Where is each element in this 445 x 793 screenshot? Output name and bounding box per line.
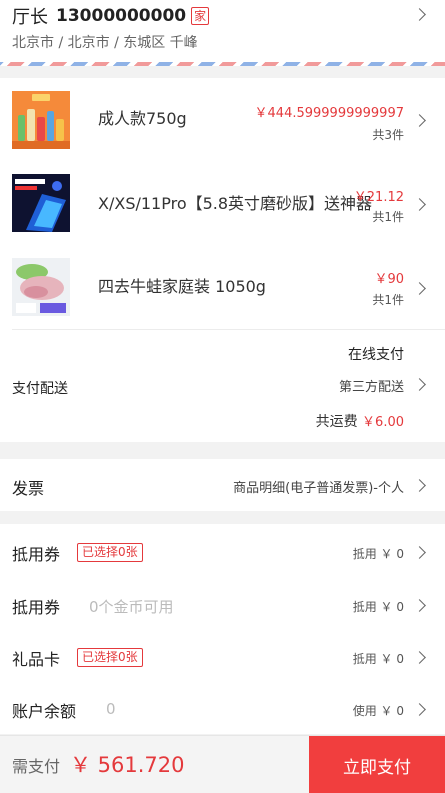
coupon-label: 抵用券: [12, 545, 61, 564]
coin-voucher-label: 抵用券: [12, 598, 61, 617]
chevron-right-icon: [413, 198, 426, 211]
goods-item[interactable]: X/XS/11Pro【5.8英寸磨砂版】送神器 ￥21.12 共1件: [0, 162, 445, 246]
envelope-stripe: [0, 62, 445, 66]
goods-count: 共1件: [372, 210, 404, 224]
shipping-fee: 共运费 ￥6.00: [316, 411, 404, 431]
address-contact: 厅长 13000000000 家: [12, 3, 210, 29]
coin-voucher-row[interactable]: 抵用券 0个金币可用 抵用 ￥ 0: [0, 579, 445, 631]
chevron-right-icon: [413, 703, 426, 716]
coupon-row[interactable]: 抵用券 已选择0张 抵用 ￥ 0: [0, 526, 445, 578]
goods-count: 共1件: [372, 293, 404, 307]
chevron-right-icon: [413, 651, 426, 664]
payment-method: 在线支付: [348, 347, 404, 363]
coupon-selected-tag: 已选择0张: [77, 543, 143, 562]
invoice-label: 发票: [12, 479, 45, 498]
discounts-section: 抵用券 已选择0张 抵用 ￥ 0 抵用券 0个金币可用 抵用 ￥ 0 礼品卡 已…: [0, 524, 445, 734]
chevron-right-icon: [413, 114, 426, 127]
address-card[interactable]: 厅长 13000000000 家 北京市 / 北京市 / 东城区 千峰: [0, 0, 445, 62]
bullfrog-meat-thumbnail: [12, 258, 70, 316]
goods-price: ￥90: [374, 272, 404, 287]
goods-item[interactable]: 成人款750g ￥444.5999999999997 共3件: [0, 78, 445, 162]
account-balance-row[interactable]: 账户余额 0 使用 ￥ 0: [0, 683, 445, 735]
address-tag: 家: [191, 7, 210, 25]
divider: [12, 329, 445, 330]
goods-item[interactable]: 四去牛蛙家庭装 1050g ￥90 共1件: [0, 246, 445, 330]
account-balance-value: 0: [106, 700, 116, 718]
goods-price: ￥21.12: [353, 190, 404, 205]
chevron-right-icon: [413, 378, 426, 391]
coupon-deduction: 抵用 ￥ 0: [352, 547, 404, 561]
goods-section: 成人款750g ￥444.5999999999997 共3件 X/XS/11Pr…: [0, 78, 445, 442]
invoice-row[interactable]: 发票 商品明细(电子普通发票)-个人: [0, 459, 445, 511]
goods-price: ￥444.5999999999997: [254, 106, 404, 121]
chevron-right-icon: [413, 8, 426, 21]
recipient-phone: 13000000000: [56, 6, 187, 26]
goods-name: 四去牛蛙家庭装 1050g: [98, 277, 266, 296]
chevron-right-icon: [413, 599, 426, 612]
gift-card-selected-tag: 已选择0张: [77, 648, 143, 667]
chevron-right-icon: [413, 546, 426, 559]
gift-card-deduction: 抵用 ￥ 0: [352, 652, 404, 666]
chevron-right-icon: [413, 479, 426, 492]
coin-available-hint: 0个金币可用: [89, 598, 174, 616]
coin-deduction: 抵用 ￥ 0: [352, 600, 404, 614]
supermarket-drinks-thumbnail: [12, 91, 70, 149]
pay-amount: ￥ 561.720: [70, 753, 185, 777]
pay-label: 需支付: [12, 757, 61, 776]
shipping-fee-amount: ￥6.00: [362, 415, 404, 430]
gift-card-row[interactable]: 礼品卡 已选择0张 抵用 ￥ 0: [0, 631, 445, 683]
pay-now-button[interactable]: 立即支付: [309, 736, 445, 793]
goods-name: 成人款750g: [98, 109, 187, 128]
phone-case-thumbnail: [12, 174, 70, 232]
checkout-bar: 需支付 ￥ 561.720 立即支付: [0, 735, 445, 793]
shipping-label: 支付配送: [12, 381, 68, 397]
account-balance-label: 账户余额: [12, 702, 77, 721]
delivery-method[interactable]: 第三方配送: [339, 376, 404, 395]
invoice-value: 商品明细(电子普通发票)-个人: [233, 481, 404, 496]
goods-name: X/XS/11Pro【5.8英寸磨砂版】送神器: [98, 194, 373, 213]
shipping-fee-label: 共运费: [315, 414, 358, 430]
chevron-right-icon: [413, 282, 426, 295]
address-detail: 北京市 / 北京市 / 东城区 千峰: [12, 35, 198, 51]
recipient-name: 厅长: [12, 7, 48, 28]
goods-count: 共3件: [372, 128, 404, 142]
gift-card-label: 礼品卡: [12, 650, 61, 669]
account-balance-use: 使用 ￥ 0: [352, 704, 404, 718]
